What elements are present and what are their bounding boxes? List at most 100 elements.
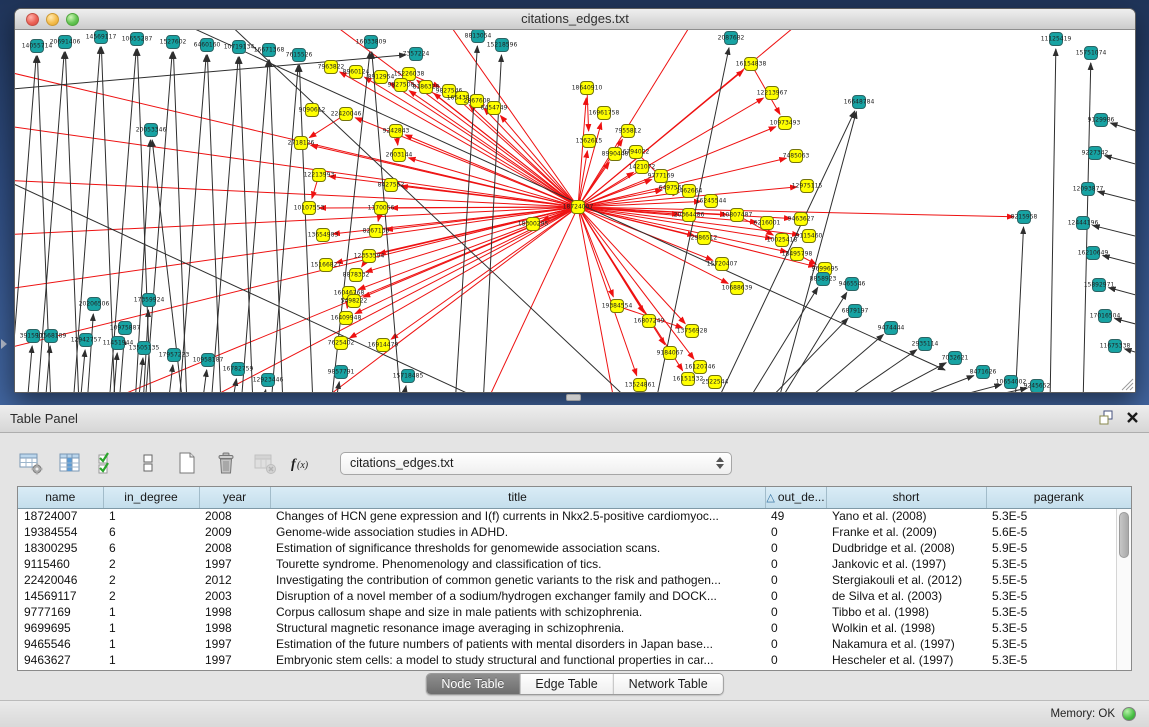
column-header-out-de-[interactable]: △out_de... (765, 487, 826, 508)
table-cell[interactable]: 2 (103, 556, 199, 572)
table-cell[interactable]: 2 (103, 588, 199, 604)
table-cell[interactable]: 9465546 (18, 636, 103, 652)
table-cell[interactable]: 9463627 (18, 652, 103, 668)
table-cell[interactable]: Franke et al. (2009) (826, 524, 986, 540)
close-panel-icon[interactable] (1126, 411, 1139, 429)
table-cell[interactable]: Investigating the contribution of common… (270, 572, 765, 588)
column-header-short[interactable]: short (826, 487, 986, 508)
table-cell[interactable]: 1 (103, 636, 199, 652)
table-row[interactable]: 946362711997Embryonic stem cells: a mode… (18, 652, 1131, 668)
table-cell[interactable]: Hescheler et al. (1997) (826, 652, 986, 668)
splitter-handle[interactable] (566, 394, 581, 401)
function-builder-button[interactable]: f(x) (289, 448, 319, 478)
table-row[interactable]: 1938455462009Genome-wide association stu… (18, 524, 1131, 540)
table-cell[interactable]: Dudbridge et al. (2008) (826, 540, 986, 556)
table-cell[interactable]: 5.5E-5 (986, 572, 1131, 588)
resize-grip-icon[interactable] (1119, 376, 1134, 391)
table-cell[interactable]: Stergiakouli et al. (2012) (826, 572, 986, 588)
table-cell[interactable]: Nakamura et al. (1997) (826, 636, 986, 652)
column-header-in-degree[interactable]: in_degree (103, 487, 199, 508)
table-cell[interactable]: 5.3E-5 (986, 620, 1131, 636)
delete-entries-button[interactable] (211, 448, 241, 478)
table-cell[interactable]: 18300295 (18, 540, 103, 556)
table-cell[interactable]: 9699695 (18, 620, 103, 636)
table-cell[interactable]: Disruption of a novel member of a sodium… (270, 588, 765, 604)
table-cell[interactable]: 0 (765, 652, 826, 668)
table-cell[interactable]: 2009 (199, 524, 270, 540)
table-row[interactable]: 1830029562008Estimation of significance … (18, 540, 1131, 556)
table-row[interactable]: 2242004622012Investigating the contribut… (18, 572, 1131, 588)
table-cell[interactable]: 2012 (199, 572, 270, 588)
table-row[interactable]: 911546021997Tourette syndrome. Phenomeno… (18, 556, 1131, 572)
table-cell[interactable]: 9115460 (18, 556, 103, 572)
network-window-titlebar[interactable]: citations_edges.txt (15, 9, 1135, 30)
column-header-pagerank[interactable]: pagerank (986, 487, 1131, 508)
table-cell[interactable]: 1998 (199, 604, 270, 620)
table-cell[interactable]: 9777169 (18, 604, 103, 620)
table-cell[interactable]: Jankovic et al. (1997) (826, 556, 986, 572)
table-row[interactable]: 946554611997Estimation of the future num… (18, 636, 1131, 652)
network-view[interactable]: 1872400718300295796382289601248912954152… (15, 30, 1135, 392)
column-header-title[interactable]: title (270, 487, 765, 508)
panel-collapse-arrow[interactable] (1, 339, 7, 349)
create-table-button[interactable] (172, 448, 202, 478)
table-scrollbar-thumb[interactable] (1119, 512, 1129, 558)
table-cell[interactable]: Embryonic stem cells: a model to study s… (270, 652, 765, 668)
minimize-window-button[interactable] (46, 13, 59, 26)
table-cell[interactable]: 0 (765, 620, 826, 636)
table-cell[interactable]: 0 (765, 540, 826, 556)
table-cell[interactable]: de Silva et al. (2003) (826, 588, 986, 604)
table-selector-dropdown[interactable]: citations_edges.txt (340, 452, 732, 475)
table-cell[interactable]: 1998 (199, 620, 270, 636)
table-cell[interactable]: Genome-wide association studies in ADHD. (270, 524, 765, 540)
table-cell[interactable]: Estimation of the future numbers of pati… (270, 636, 765, 652)
column-header-name[interactable]: name (18, 487, 103, 508)
table-cell[interactable]: Tourette syndrome. Phenomenology and cla… (270, 556, 765, 572)
table-row[interactable]: 1456911722003Disruption of a novel membe… (18, 588, 1131, 604)
table-cell[interactable]: 2 (103, 572, 199, 588)
tab-node-table[interactable]: Node Table (426, 674, 520, 694)
table-cell[interactable]: 2008 (199, 540, 270, 556)
table-cell[interactable]: 6 (103, 524, 199, 540)
table-cell[interactable]: 1997 (199, 652, 270, 668)
table-cell[interactable]: 1 (103, 604, 199, 620)
table-cell[interactable]: 22420046 (18, 572, 103, 588)
table-cell[interactable]: Estimation of significance thresholds fo… (270, 540, 765, 556)
table-cell[interactable]: 1 (103, 620, 199, 636)
table-row[interactable]: 969969511998Structural magnetic resonanc… (18, 620, 1131, 636)
row-mode-button[interactable] (133, 448, 163, 478)
table-cell[interactable]: 1997 (199, 636, 270, 652)
table-cell[interactable]: 49 (765, 508, 826, 524)
table-cell[interactable]: 5.3E-5 (986, 508, 1131, 524)
table-cell[interactable]: 0 (765, 588, 826, 604)
table-cell[interactable]: 1 (103, 652, 199, 668)
table-cell[interactable]: 0 (765, 556, 826, 572)
table-row[interactable]: 977716911998Corpus callosum shape and si… (18, 604, 1131, 620)
table-cell[interactable]: 6 (103, 540, 199, 556)
table-cell[interactable]: 2008 (199, 508, 270, 524)
table-cell[interactable]: 5.3E-5 (986, 636, 1131, 652)
table-cell[interactable]: Wolkin et al. (1998) (826, 620, 986, 636)
table-options-button[interactable] (16, 448, 46, 478)
close-window-button[interactable] (26, 13, 39, 26)
table-cell[interactable]: Tibbo et al. (1998) (826, 604, 986, 620)
table-cell[interactable]: 14569117 (18, 588, 103, 604)
show-columns-button[interactable] (55, 448, 85, 478)
table-cell[interactable]: Yano et al. (2008) (826, 508, 986, 524)
table-cell[interactable]: 18724007 (18, 508, 103, 524)
tab-edge-table[interactable]: Edge Table (520, 674, 613, 694)
zoom-window-button[interactable] (66, 13, 79, 26)
select-all-button[interactable] (94, 448, 124, 478)
table-cell[interactable]: 5.3E-5 (986, 588, 1131, 604)
table-cell[interactable]: 2003 (199, 588, 270, 604)
table-scrollbar[interactable] (1116, 509, 1131, 670)
table-cell[interactable]: 0 (765, 572, 826, 588)
table-cell[interactable]: 1997 (199, 556, 270, 572)
table-cell[interactable]: 5.3E-5 (986, 604, 1131, 620)
float-panel-icon[interactable] (1099, 410, 1114, 430)
table-cell[interactable]: Changes of HCN gene expression and I(f) … (270, 508, 765, 524)
table-cell[interactable]: Structural magnetic resonance image aver… (270, 620, 765, 636)
table-cell[interactable]: 19384554 (18, 524, 103, 540)
table-cell[interactable]: 0 (765, 604, 826, 620)
table-cell[interactable]: 0 (765, 636, 826, 652)
